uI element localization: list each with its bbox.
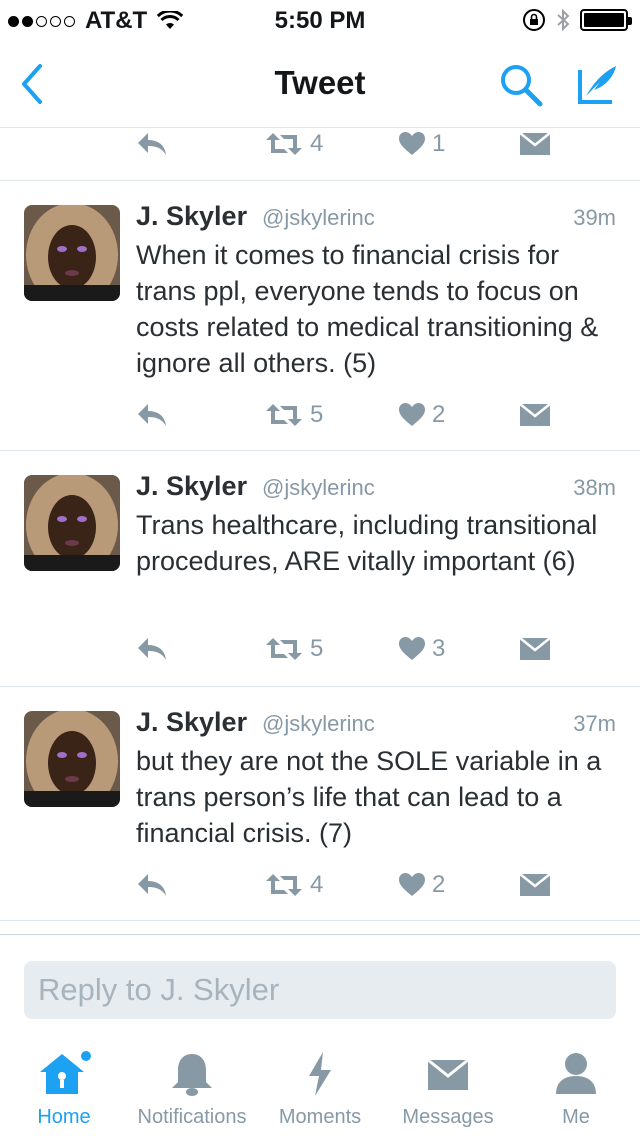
direct-message-button[interactable] bbox=[520, 128, 550, 164]
reply-button[interactable] bbox=[136, 865, 168, 905]
retweet-icon bbox=[266, 638, 302, 660]
tweet-item[interactable]: J. Skyler @jskylerinc 38m Trans healthca… bbox=[0, 450, 640, 686]
tab-label: Messages bbox=[402, 1106, 494, 1128]
reply-bar bbox=[0, 934, 640, 1036]
reply-icon bbox=[138, 874, 166, 896]
retweet-icon bbox=[266, 404, 302, 426]
heart-icon bbox=[399, 873, 425, 896]
tweet-item[interactable]: J. Skyler @jskylerinc 39m When it comes … bbox=[0, 180, 640, 450]
author-name[interactable]: J. Skyler bbox=[136, 201, 247, 232]
direct-message-button[interactable] bbox=[520, 395, 550, 435]
like-count: 2 bbox=[432, 401, 446, 428]
tab-label: Notifications bbox=[137, 1106, 247, 1128]
tweet-feed[interactable]: 4 1 J. Skyler @jskylerinc 39m When it co… bbox=[0, 128, 640, 934]
envelope-icon bbox=[427, 1058, 469, 1090]
avatar[interactable] bbox=[24, 475, 120, 571]
person-icon bbox=[556, 1053, 596, 1094]
tweet-text: Trans healthcare, including transitional… bbox=[136, 510, 598, 576]
page-title: Tweet bbox=[274, 64, 366, 101]
tweet-text: but they are not the SOLE variable in a … bbox=[136, 746, 602, 848]
author-handle[interactable]: @jskylerinc bbox=[262, 475, 375, 501]
lightning-icon bbox=[309, 1052, 331, 1096]
retweet-count: 5 bbox=[310, 401, 324, 428]
tweet-item[interactable]: J. Skyler @jskylerinc 37m but they are n… bbox=[0, 686, 640, 921]
author-handle[interactable]: @jskylerinc bbox=[262, 205, 375, 231]
avatar[interactable] bbox=[24, 205, 120, 301]
home-icon bbox=[40, 1051, 91, 1094]
like-button[interactable]: 1 bbox=[398, 128, 445, 164]
reply-button[interactable] bbox=[136, 128, 168, 164]
like-count: 1 bbox=[432, 130, 446, 157]
heart-icon bbox=[399, 403, 425, 426]
retweet-button[interactable]: 4 bbox=[264, 865, 323, 905]
partial-tweet-actions: 4 1 bbox=[136, 128, 576, 164]
tweet-timestamp: 39m bbox=[573, 205, 616, 230]
tab-bar: Home Notifications Moments Messages Me bbox=[0, 1036, 640, 1136]
tweet-header: J. Skyler @jskylerinc 38m bbox=[136, 471, 616, 507]
reply-icon bbox=[138, 404, 166, 426]
tweet-timestamp: 37m bbox=[573, 711, 616, 736]
author-name[interactable]: J. Skyler bbox=[136, 471, 247, 502]
direct-message-button[interactable] bbox=[520, 865, 550, 905]
retweet-icon bbox=[266, 874, 302, 896]
reply-icon bbox=[138, 638, 166, 660]
author-handle[interactable]: @jskylerinc bbox=[262, 711, 375, 737]
status-right bbox=[522, 8, 632, 32]
retweet-button[interactable]: 5 bbox=[264, 629, 323, 669]
retweet-count: 4 bbox=[310, 130, 324, 157]
heart-icon bbox=[399, 132, 425, 155]
tweet-header: J. Skyler @jskylerinc 37m bbox=[136, 707, 616, 743]
tab-messages[interactable]: Messages bbox=[384, 1036, 512, 1136]
direct-message-button[interactable] bbox=[520, 629, 550, 669]
bluetooth-icon bbox=[557, 8, 570, 32]
search-icon[interactable] bbox=[498, 62, 544, 108]
envelope-icon bbox=[520, 874, 550, 896]
status-bar: AT&T 5:50 PM bbox=[0, 0, 640, 40]
reply-icon bbox=[138, 133, 166, 155]
like-count: 3 bbox=[432, 635, 446, 662]
tweet-actions: 5 2 bbox=[136, 395, 576, 435]
tweet-timestamp: 38m bbox=[573, 475, 616, 500]
envelope-icon bbox=[520, 404, 550, 426]
tab-label: Me bbox=[562, 1106, 590, 1128]
tab-me[interactable]: Me bbox=[512, 1036, 640, 1136]
retweet-icon bbox=[266, 133, 302, 155]
nav-bar: Tweet bbox=[0, 40, 640, 128]
tab-notifications[interactable]: Notifications bbox=[128, 1036, 256, 1136]
retweet-button[interactable]: 5 bbox=[264, 395, 323, 435]
avatar[interactable] bbox=[24, 711, 120, 807]
author-name[interactable]: J. Skyler bbox=[136, 707, 247, 738]
like-button[interactable]: 2 bbox=[398, 395, 445, 435]
battery-level bbox=[584, 13, 624, 27]
battery-icon bbox=[580, 9, 632, 31]
reply-button[interactable] bbox=[136, 395, 168, 435]
retweet-button[interactable]: 4 bbox=[264, 128, 323, 164]
envelope-icon bbox=[520, 638, 550, 660]
heart-icon bbox=[399, 637, 425, 660]
bell-icon bbox=[172, 1054, 212, 1096]
reply-button[interactable] bbox=[136, 629, 168, 669]
tab-home[interactable]: Home bbox=[0, 1036, 128, 1136]
like-button[interactable]: 3 bbox=[398, 629, 445, 669]
tweet-header: J. Skyler @jskylerinc 39m bbox=[136, 201, 616, 237]
tweet-actions: 4 2 bbox=[136, 865, 576, 905]
compose-tweet-icon[interactable] bbox=[574, 60, 622, 108]
tab-moments[interactable]: Moments bbox=[256, 1036, 384, 1136]
orientation-lock-icon bbox=[523, 9, 545, 31]
tab-label: Moments bbox=[278, 1106, 362, 1128]
like-count: 2 bbox=[432, 871, 446, 898]
retweet-count: 5 bbox=[310, 635, 324, 662]
like-button[interactable]: 2 bbox=[398, 865, 445, 905]
retweet-count: 4 bbox=[310, 871, 324, 898]
tweet-actions: 5 3 bbox=[136, 629, 576, 669]
envelope-icon bbox=[520, 133, 550, 155]
tweet-text: When it comes to financial crisis for tr… bbox=[136, 240, 599, 378]
tab-label: Home bbox=[37, 1106, 91, 1128]
reply-input[interactable] bbox=[24, 961, 616, 1019]
